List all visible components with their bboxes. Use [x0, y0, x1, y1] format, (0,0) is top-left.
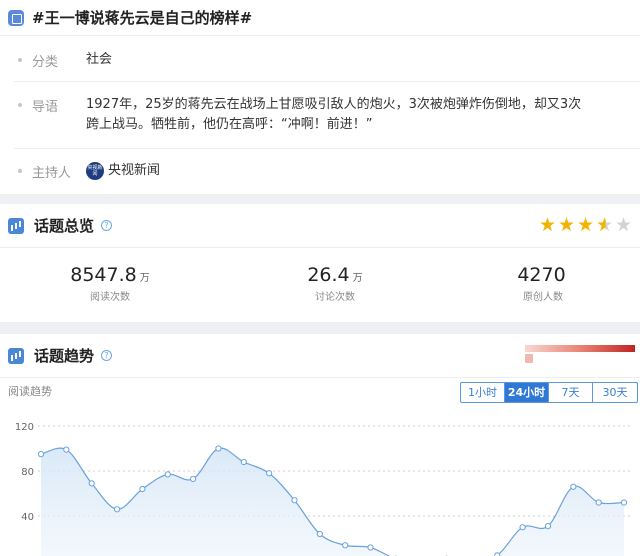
- trend-point: [113, 506, 121, 513]
- cctv-news-logo-icon: 央视新闻: [86, 161, 104, 180]
- trend-subtitle: 阅读趋势: [8, 385, 52, 398]
- heat-scale-bar: [525, 345, 635, 352]
- stat-value: 26.4: [307, 264, 350, 286]
- trend-point: [519, 524, 526, 531]
- category-label: 分类: [32, 55, 59, 70]
- trend-point: [266, 470, 273, 477]
- trend-point: [570, 483, 577, 490]
- heat-scale-marker: [525, 354, 533, 363]
- stat-reads: 8547.8 万 阅读次数: [10, 264, 210, 303]
- lead-line-2: 跨上战马。牺牲前，他仍在高呼：“冲啊！前进！”: [86, 117, 373, 132]
- host-row: 主持人 央视新闻 央视新闻: [0, 161, 640, 183]
- trend-point: [595, 499, 602, 506]
- stat-caption: 阅读次数: [90, 292, 130, 303]
- trend-point: [88, 480, 95, 487]
- y-tick-label: 40: [21, 512, 34, 523]
- topic-title: #王一博说蒋先云是自己的榜样#: [32, 9, 253, 27]
- host-label: 主持人: [32, 166, 72, 181]
- trend-point: [291, 497, 298, 504]
- stat-discussions: 26.4 万 讨论次数: [235, 264, 435, 303]
- star-icon: ★: [577, 214, 595, 236]
- lead-row: 导语 1927年，25岁的蒋先云在战场上甘愿吸引敌人的炮火，3次被炮弹炸伤倒地，…: [0, 95, 640, 139]
- trend-header: 话题趋势 ?: [0, 334, 640, 378]
- trend-point: [164, 471, 171, 478]
- trend-area: [41, 448, 624, 556]
- star-icon: ★: [615, 214, 633, 236]
- trend-point: [544, 523, 552, 530]
- trend-point: [215, 445, 222, 452]
- trend-point: [342, 542, 349, 549]
- help-icon[interactable]: ?: [101, 350, 113, 361]
- trend-point: [37, 451, 45, 458]
- stat-originals: 4270 原创人数: [443, 264, 640, 303]
- tab-1-hour[interactable]: 1小时: [461, 383, 505, 402]
- host-name[interactable]: 央视新闻: [108, 163, 160, 178]
- category-value: 社会: [86, 52, 113, 67]
- star-icon: ★: [596, 214, 614, 236]
- help-icon[interactable]: ?: [101, 220, 113, 231]
- overview-card: 话题总览 ? ★ ★ ★ ★ ★ 8547.8 万 阅读次数 26.4 万 讨论次数…: [0, 204, 640, 322]
- trend-point: [189, 475, 197, 482]
- overview-title: 话题总览: [34, 217, 95, 235]
- chart-icon: [8, 347, 24, 364]
- tab-24-hours[interactable]: 24小时: [505, 383, 549, 402]
- trend-chart: 40 80 120: [15, 422, 630, 556]
- trend-point: [620, 499, 628, 506]
- topic-header: #王一博说蒋先云是自己的榜样#: [0, 0, 640, 36]
- chart-icon: [8, 217, 24, 234]
- rating-stars: ★ ★ ★ ★ ★: [539, 215, 634, 235]
- range-tabs: 1小时 24小时 7天 30天: [460, 382, 638, 403]
- bullet-icon: [18, 103, 22, 107]
- divider: [14, 81, 640, 82]
- topic-icon: [8, 9, 24, 26]
- topic-card: #王一博说蒋先云是自己的榜样# 分类 社会 导语 1927年，25岁的蒋先云在战…: [0, 0, 640, 194]
- trend-point: [367, 544, 374, 551]
- trend-point: [139, 485, 146, 493]
- y-tick-label: 120: [15, 422, 34, 433]
- stat-value: 4270: [517, 264, 566, 286]
- trend-point: [316, 530, 323, 538]
- stat-unit: 万: [352, 273, 363, 284]
- star-icon: ★: [539, 214, 557, 236]
- trend-point: [63, 446, 70, 453]
- divider: [14, 148, 640, 149]
- stat-value: 8547.8: [70, 264, 137, 286]
- host-link[interactable]: 央视新闻 央视新闻: [86, 161, 160, 181]
- heat-scale: [525, 345, 635, 363]
- y-tick-label: 80: [21, 467, 34, 478]
- stat-caption: 讨论次数: [315, 292, 355, 303]
- star-icon: ★: [558, 214, 576, 236]
- tab-30-days[interactable]: 30天: [593, 383, 637, 402]
- bullet-icon: [18, 58, 22, 62]
- bullet-icon: [18, 169, 22, 173]
- trend-point: [240, 458, 247, 466]
- category-row: 分类 社会: [0, 50, 640, 80]
- overview-header: 话题总览 ? ★ ★ ★ ★ ★: [0, 204, 640, 248]
- stat-caption: 原创人数: [523, 292, 563, 303]
- lead-label: 导语: [32, 100, 59, 115]
- tab-7-days[interactable]: 7天: [549, 383, 593, 402]
- trend-title: 话题趋势: [34, 347, 95, 365]
- stat-unit: 万: [139, 273, 150, 284]
- lead-line-1: 1927年，25岁的蒋先云在战场上甘愿吸引敌人的炮火，3次被炮弹炸伤倒地，却又3…: [86, 97, 582, 112]
